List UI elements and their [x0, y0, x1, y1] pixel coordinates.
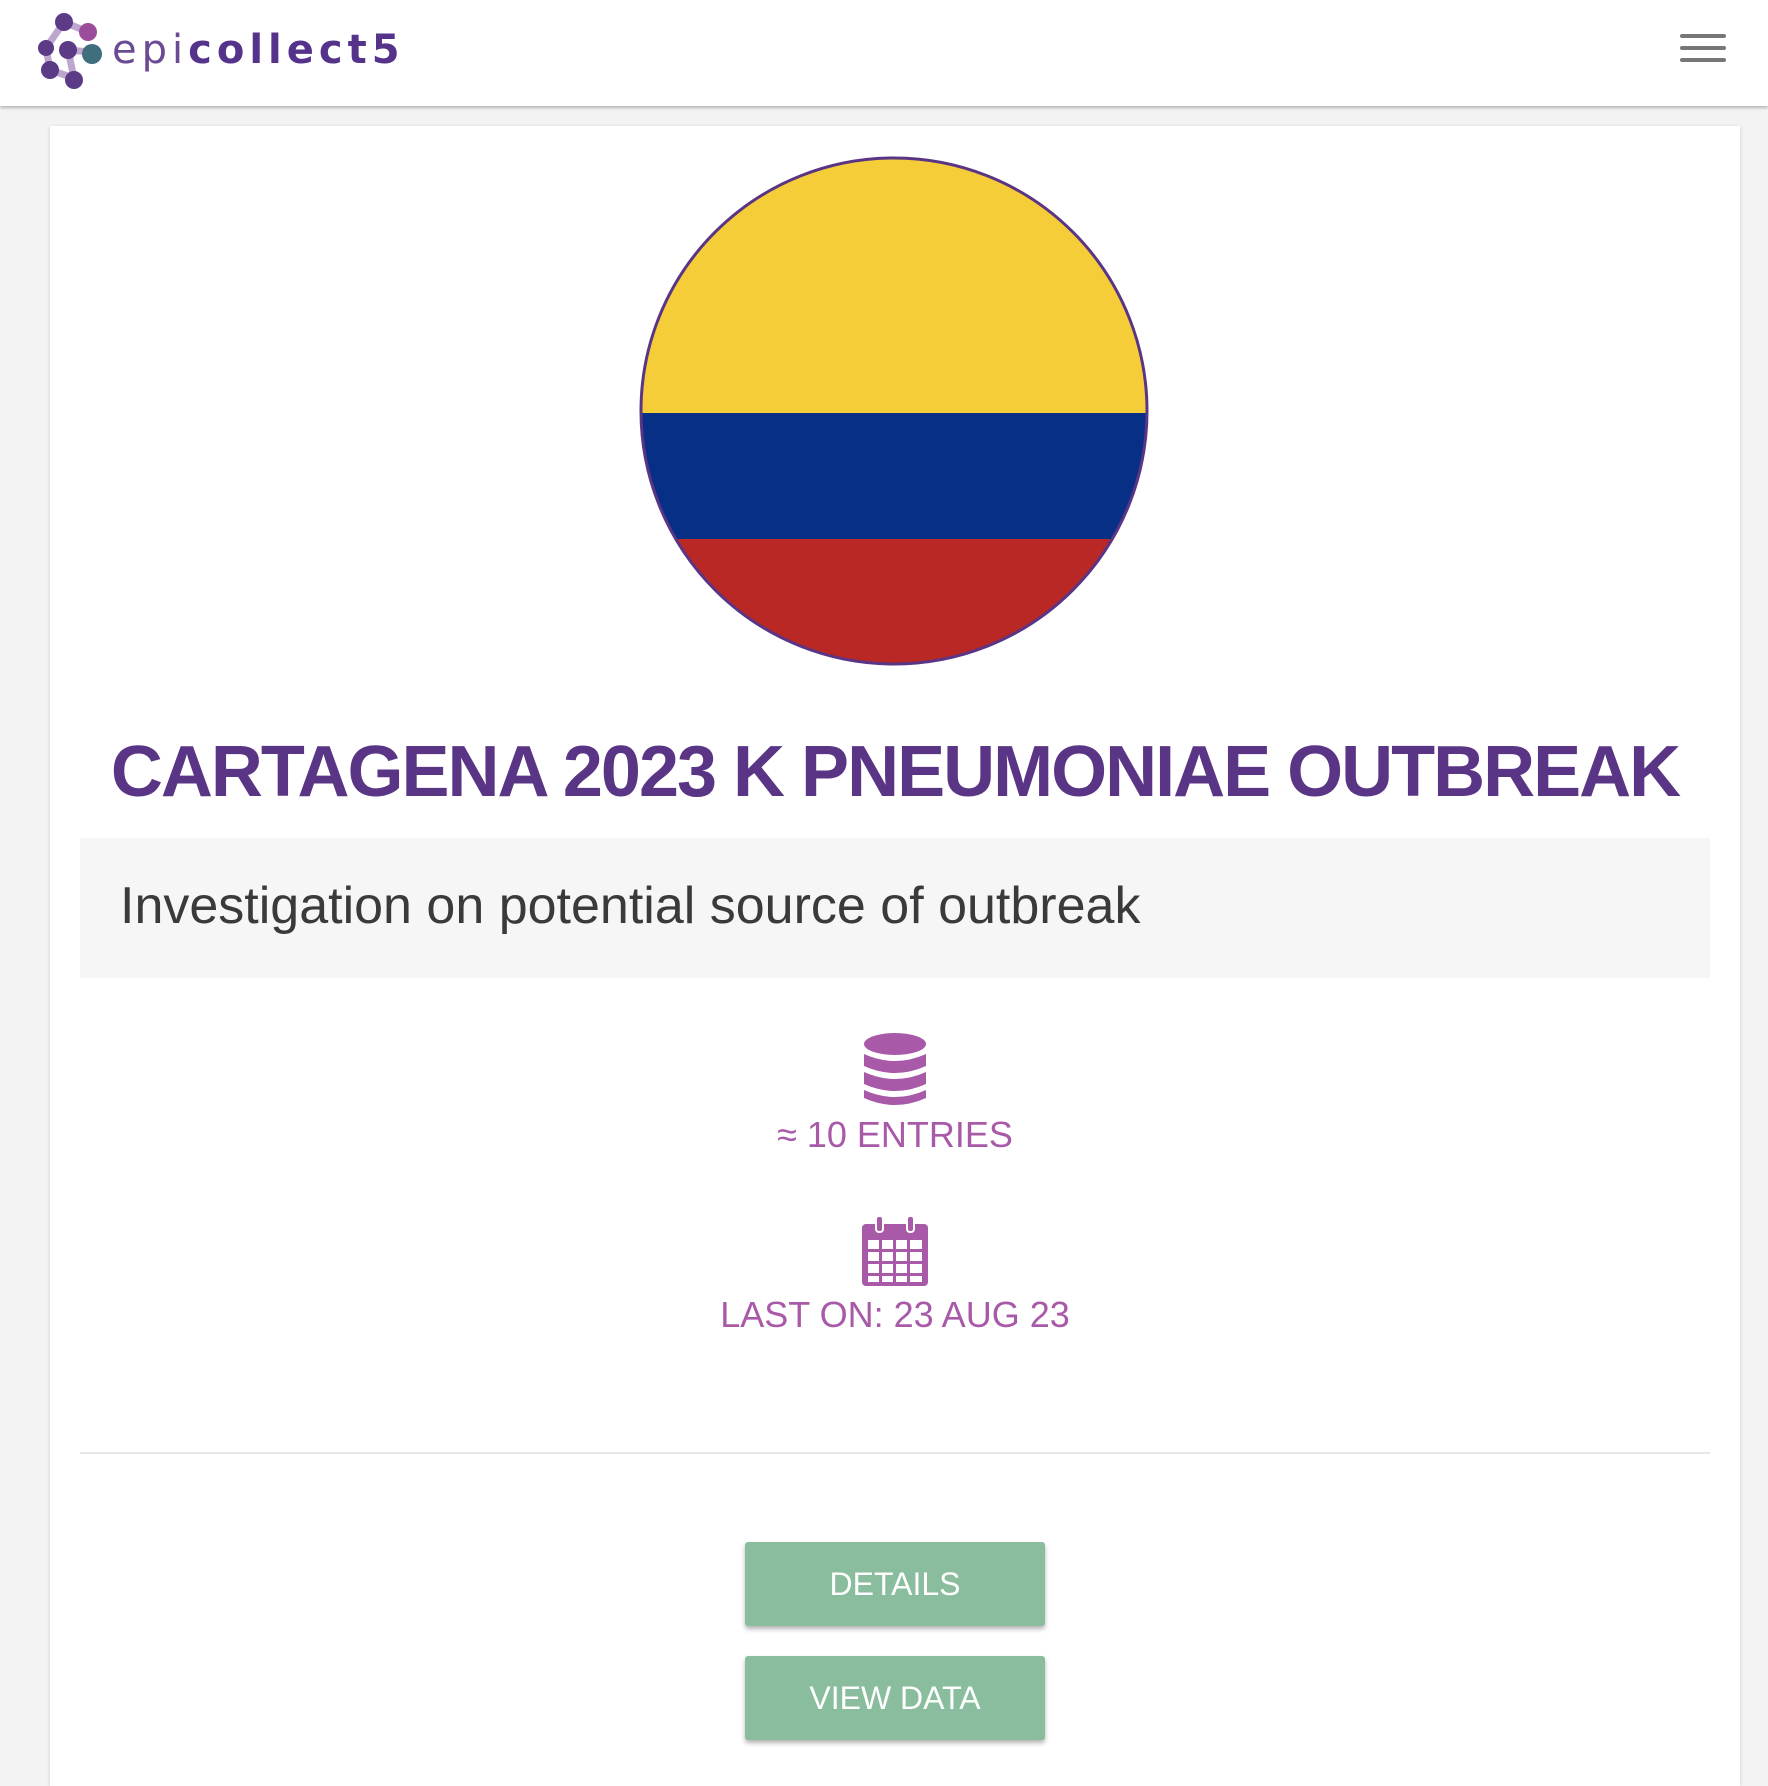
- project-logo-flag-icon: [639, 156, 1149, 666]
- project-description: Investigation on potential source of out…: [120, 877, 1141, 935]
- project-description-box: Investigation on potential source of out…: [80, 838, 1710, 978]
- divider: [80, 1452, 1710, 1454]
- entries-count: ≈ 10 ENTRIES: [777, 1114, 1013, 1155]
- epicollect-logo-icon: [38, 13, 102, 89]
- brand-name-prefix: epi: [112, 27, 189, 73]
- project-card: CARTAGENA 2023 K PNEUMONIAE OUTBREAK Inv…: [50, 126, 1740, 1786]
- calendar-icon: [862, 1215, 928, 1286]
- brand-name: epicollect5: [112, 30, 405, 70]
- brand-logo[interactable]: epicollect5: [34, 12, 405, 94]
- database-icon: [864, 1033, 926, 1105]
- brand-name-suffix: collect5: [188, 27, 405, 73]
- last-entry-stat: LAST ON: 23 AUG 23: [50, 1214, 1740, 1336]
- view-data-button[interactable]: View data: [745, 1656, 1045, 1740]
- top-navbar: epicollect5: [0, 0, 1768, 106]
- details-button[interactable]: Details: [745, 1542, 1045, 1626]
- project-title: CARTAGENA 2023 K PNEUMONIAE OUTBREAK: [110, 732, 1681, 812]
- entries-stat: ≈ 10 ENTRIES: [50, 1032, 1740, 1156]
- last-entry-date: LAST ON: 23 AUG 23: [720, 1294, 1070, 1335]
- hamburger-menu-icon[interactable]: [1680, 30, 1728, 66]
